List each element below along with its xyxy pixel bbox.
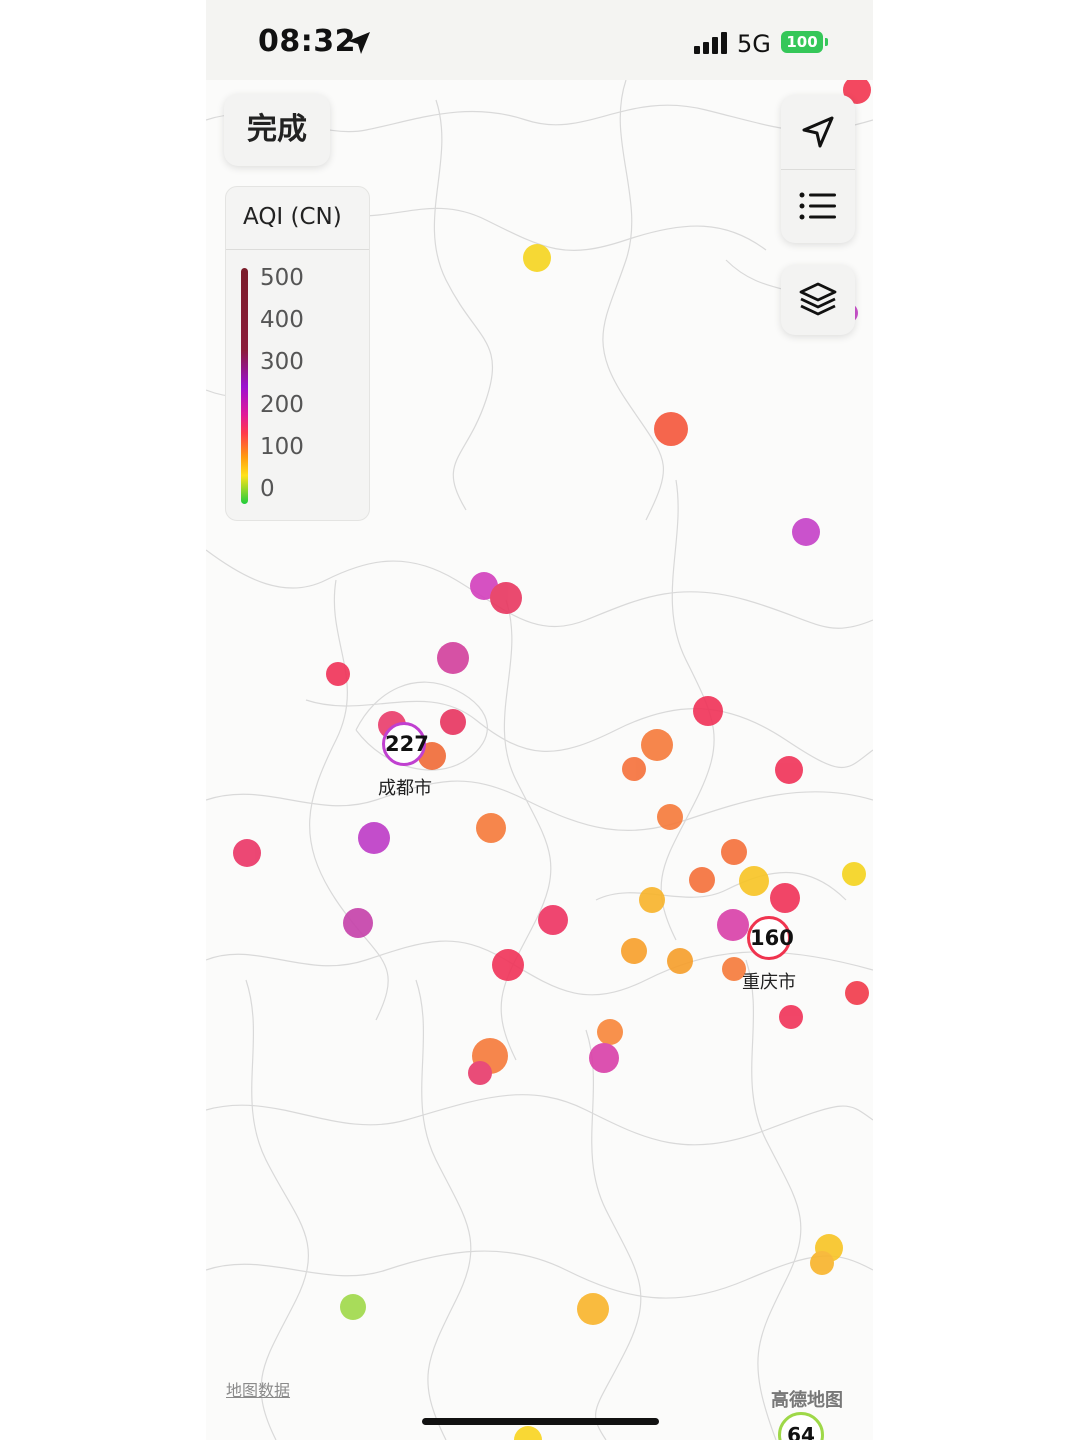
legend-tick: 100 [260, 434, 304, 460]
legend-color-scale [241, 268, 248, 504]
aqi-station [340, 1294, 366, 1320]
aqi-station [739, 866, 769, 896]
aqi-station [639, 887, 665, 913]
city-label-chengdu: 成都市 [378, 778, 432, 799]
aqi-station [621, 938, 647, 964]
aqi-station [468, 1061, 492, 1085]
aqi-station [654, 412, 688, 446]
aqi-station [440, 709, 466, 735]
locate-button[interactable] [781, 95, 855, 169]
aqi-station [343, 908, 373, 938]
legend-tick: 500 [260, 265, 304, 291]
legend-tick: 0 [260, 476, 275, 502]
amap-logo: 高德地图 [771, 1390, 843, 1411]
legend-title: AQI (CN) [243, 204, 342, 230]
done-button[interactable]: 完成 [224, 94, 330, 166]
aqi-station [810, 1251, 834, 1275]
aqi-station [326, 662, 350, 686]
aqi-station [641, 729, 673, 761]
layers-button-inner [781, 263, 855, 337]
home-indicator[interactable] [422, 1418, 659, 1425]
map-controls [781, 95, 855, 243]
aqi-station [770, 883, 800, 913]
location-arrow-icon [348, 32, 370, 54]
list-button[interactable] [781, 169, 855, 243]
aqi-station [792, 518, 820, 546]
aqi-station [538, 905, 568, 935]
aqi-marker-chongqing[interactable]: 160 [747, 916, 794, 960]
legend-tick: 400 [260, 307, 304, 333]
aqi-station [622, 757, 646, 781]
aqi-station [358, 822, 390, 854]
aqi-station [689, 867, 715, 893]
aqi-value: 160 [750, 926, 794, 950]
layers-icon [799, 282, 837, 316]
city-label-chongqing: 重庆市 [742, 972, 796, 993]
aqi-station [657, 804, 683, 830]
aqi-station [577, 1293, 609, 1325]
aqi-station [842, 862, 866, 886]
aqi-station [775, 756, 803, 784]
aqi-value: 64 [787, 1423, 815, 1440]
aqi-legend: AQI (CN) 500 400 300 200 100 0 [225, 186, 370, 521]
aqi-station [233, 839, 261, 867]
aqi-station [667, 948, 693, 974]
navigation-arrow-icon [802, 116, 834, 148]
aqi-marker-chengdu[interactable]: 227 [382, 722, 429, 766]
battery-nub [825, 38, 828, 46]
status-bar: 08:32 5G 100 [206, 0, 873, 80]
legend-tick: 200 [260, 392, 304, 418]
phone-screen: 08:32 5G 100 完成 AQI (CN) 500 400 300 200… [206, 0, 873, 1440]
battery-icon: 100 [781, 31, 823, 53]
aqi-station [492, 949, 524, 981]
list-icon [799, 192, 836, 220]
aqi-station [597, 1019, 623, 1045]
aqi-station [845, 981, 869, 1005]
aqi-station [717, 909, 749, 941]
legend-tick: 300 [260, 349, 304, 375]
network-type: 5G [737, 30, 771, 58]
signal-icon [694, 32, 727, 54]
aqi-station [490, 582, 522, 614]
layers-button[interactable] [781, 265, 855, 335]
status-time: 08:32 [258, 24, 356, 59]
map-data-link[interactable]: 地图数据 [226, 1377, 290, 1401]
aqi-station [437, 642, 469, 674]
battery-level: 100 [786, 33, 818, 51]
legend-divider [226, 249, 369, 250]
aqi-value: 227 [385, 732, 429, 756]
aqi-station [476, 813, 506, 843]
aqi-station [779, 1005, 803, 1029]
aqi-station [693, 696, 723, 726]
aqi-station [514, 1426, 542, 1440]
aqi-station [523, 244, 551, 272]
aqi-station [721, 839, 747, 865]
aqi-station [589, 1043, 619, 1073]
